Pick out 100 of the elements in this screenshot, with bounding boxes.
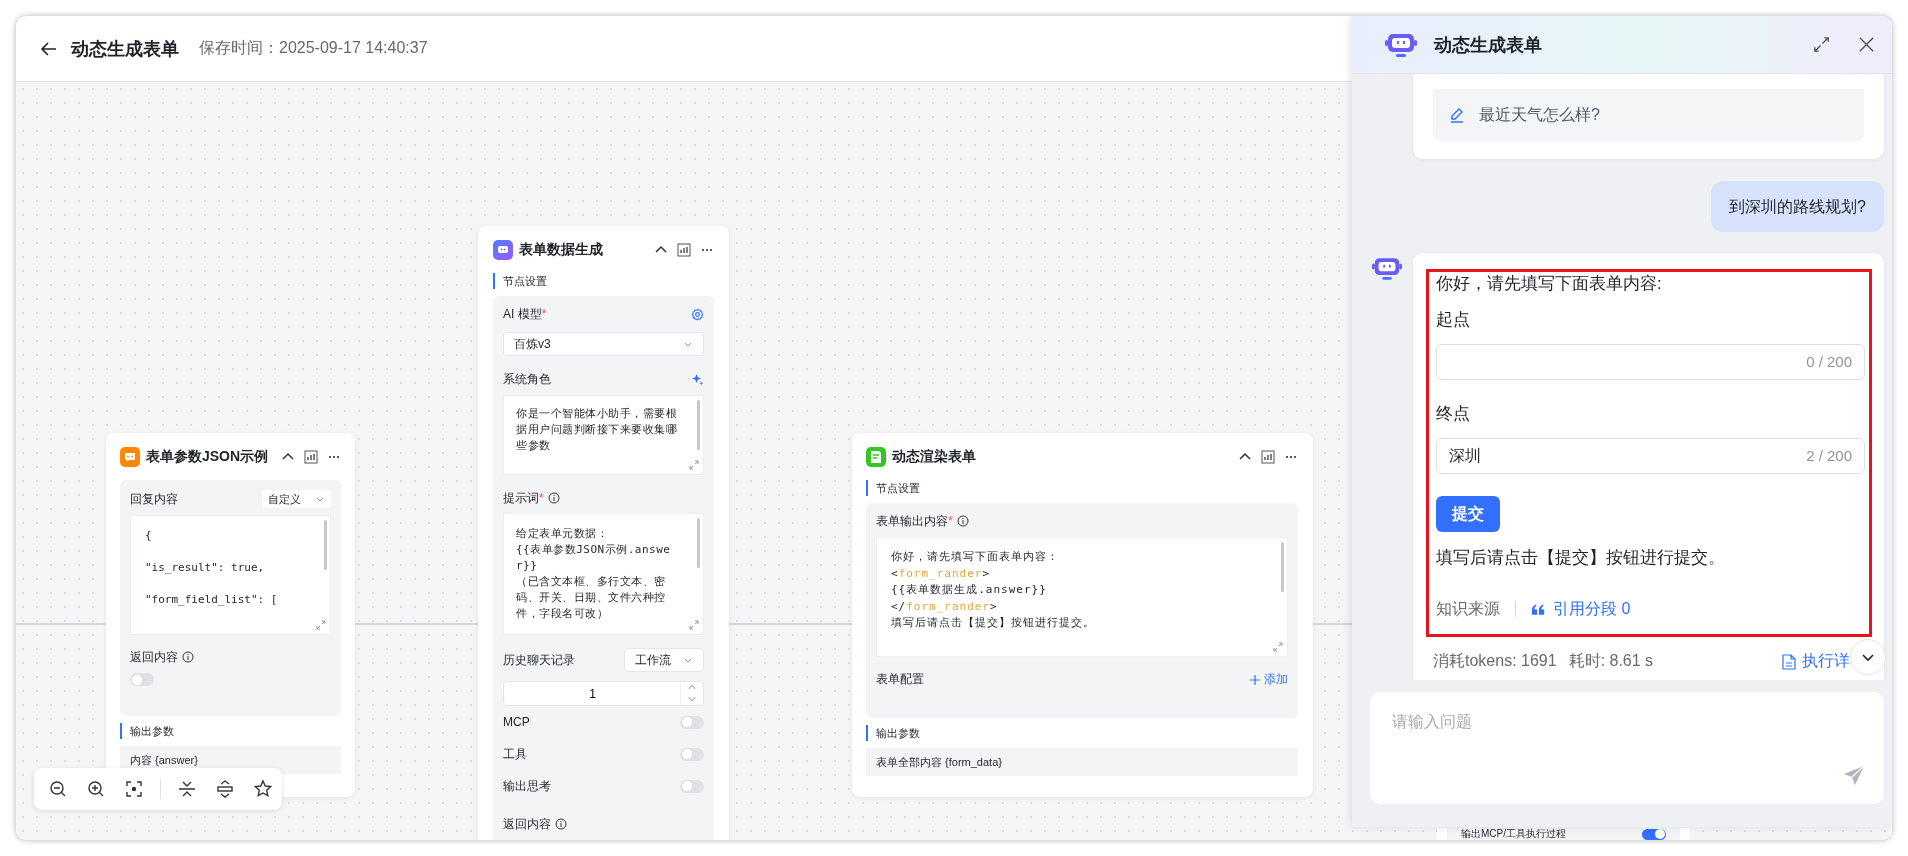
pencil-icon <box>1449 107 1465 123</box>
info-icon <box>555 818 567 830</box>
robot-icon <box>1372 256 1402 281</box>
model-select[interactable]: 百炼v3 <box>503 332 704 356</box>
node-title: 表单数据生成 <box>519 240 604 259</box>
duration-text: 耗时: 8.61 s <box>1568 651 1655 671</box>
switch-label: MCP <box>503 715 530 729</box>
token-usage: 消耗tokens: 1691 <box>1433 651 1557 671</box>
number-field[interactable]: 1 <box>503 681 704 706</box>
chart-icon[interactable] <box>677 242 691 257</box>
gear-icon[interactable] <box>691 307 704 321</box>
details-link[interactable]: 执行详 <box>1782 651 1850 672</box>
field-label: 回复内容 <box>130 490 178 508</box>
question-input[interactable]: 请输入问题 <box>1370 692 1884 804</box>
text-field[interactable] <box>1436 344 1865 380</box>
workflow-node[interactable]: 动态渲染表单 节点设置 表单输出内容* 你好，请先填写下面表单内容： <form_rander> {{表单数据生成.answer}} </form_rander> 填写后请点击【提交】按钮进行提交。 表单配置 添加 输出参数 表单全部内容 {form_data} <box>852 433 1313 797</box>
toggle-switch[interactable] <box>1642 828 1666 840</box>
field-label: 提示词* <box>503 489 544 507</box>
connector-line <box>1312 623 1353 625</box>
info-icon <box>547 492 560 504</box>
chat-bubble-icon <box>120 446 140 467</box>
toggle-switch[interactable] <box>680 715 704 729</box>
workflow-node[interactable]: 表单数据生成 节点设置 AI 模型* 百炼v3 系统角色 你是一个智能体小助手，需要根据用户问题判断接下来要收集哪些参数 提示词* 给定表单元数据： {{表单参数JSON示例.answer}} （已含文本框、多行文本、密码、开关、日期、文件六种控件，字段名可改） 历史聊天记录 工作流 1 MCP 工具 输出思考 返回内容 <box>478 226 729 840</box>
section-title: 节点设置 <box>866 480 1298 496</box>
chart-icon[interactable] <box>304 449 318 464</box>
document-icon <box>1782 653 1796 670</box>
star-icon[interactable] <box>253 779 273 799</box>
field-label: 系统角色 <box>503 370 551 388</box>
text-area[interactable]: 你是一个智能体小助手，需要根据用户问题判断接下来要收集哪些参数 <box>503 395 704 475</box>
resize-icon[interactable] <box>316 620 326 630</box>
toggle-switch[interactable] <box>680 747 704 761</box>
prompt-line: {{表单参数JSON示例.answer}} <box>516 542 672 574</box>
toggle-switch[interactable] <box>130 673 154 686</box>
section-title: 输出参数 <box>866 725 1298 741</box>
node-title: 动态渲染表单 <box>892 447 977 466</box>
citation-text: 引用分段 0 <box>1553 598 1631 619</box>
workflow-node[interactable]: 表单参数JSON示例 回复内容 自定义 { "is_result": true, "form_field_list": [ 返回内容 输出参数 内容 {answer} <box>106 433 355 797</box>
template-line: {{表单数据生成.answer}} <box>891 582 1048 598</box>
details-text: 执行详 <box>1802 651 1850 671</box>
field-label: 起点 <box>1436 309 1471 331</box>
collapse-icon[interactable] <box>177 779 197 799</box>
question-text: 最近天气怎么样? <box>1479 104 1600 125</box>
plus-icon <box>1250 674 1260 685</box>
text-area[interactable]: 你好，请先填写下面表单内容： <form_rander> {{表单数据生成.answer}} </form_rander> 填写后请点击【提交】按钮进行提交。 <box>876 537 1288 657</box>
section-title: 节点设置 <box>493 273 714 289</box>
resize-icon[interactable] <box>1273 642 1283 652</box>
code-line: { <box>145 528 153 544</box>
template-line: 你好，请先填写下面表单内容： <box>891 549 1060 565</box>
chart-icon[interactable] <box>1261 449 1275 464</box>
chat-title: 动态生成表单 <box>1434 33 1543 57</box>
field-label: 表单配置 <box>876 671 924 688</box>
resize-icon[interactable] <box>689 460 699 470</box>
save-time: 保存时间：2025-09-17 14:40:37 <box>199 38 428 58</box>
field-label: 返回内容 <box>503 815 551 833</box>
submit-button[interactable]: 提交 <box>1436 496 1500 532</box>
user-message: 到深圳的路线规划? <box>1711 181 1884 232</box>
field-label: 历史聊天记录 <box>503 651 575 669</box>
focus-icon[interactable] <box>124 779 144 799</box>
field-label: 返回内容 <box>130 648 178 666</box>
char-counter: 0 / 200 <box>1806 353 1852 370</box>
reply-text: 你好，请先填写下面表单内容: <box>1436 273 1663 295</box>
sparkle-icon[interactable] <box>691 372 704 386</box>
quote-icon <box>1531 603 1545 615</box>
add-label: 添加 <box>1264 671 1288 688</box>
template-line: 填写后请点击【提交】按钮进行提交。 <box>891 615 1096 631</box>
citation-link[interactable]: 引用分段 0 <box>1531 598 1631 620</box>
reply-text: 填写后请点击【提交】按钮进行提交。 <box>1436 547 1726 569</box>
switch-label: 输出MCP/工具执行过程 <box>1461 828 1566 840</box>
info-icon <box>182 651 194 663</box>
back-arrow-icon[interactable] <box>40 39 58 58</box>
add-link[interactable]: 添加 <box>1250 671 1288 688</box>
toggle-switch[interactable] <box>680 779 704 793</box>
char-counter: 2 / 200 <box>1806 447 1852 464</box>
output-parameter: 表单全部内容 {form_data} <box>866 748 1298 776</box>
mode-select[interactable]: 自定义 <box>262 490 331 508</box>
source-label: 知识来源 <box>1436 598 1500 619</box>
close-icon[interactable] <box>1857 35 1876 54</box>
info-icon <box>956 515 969 527</box>
resize-icon[interactable] <box>689 620 699 630</box>
section-title: 输出参数 <box>120 723 341 739</box>
code-editor[interactable]: { "is_result": true, "form_field_list": [ <box>130 515 331 635</box>
text-area[interactable]: 给定表单元数据： {{表单参数JSON示例.answer}} （已含文本框、多行文本、密码、开关、日期、文件六种控件，字段名可改） <box>503 513 704 635</box>
zoom-in-icon[interactable] <box>86 779 106 799</box>
form-icon <box>866 446 886 467</box>
zoom-out-icon[interactable] <box>48 779 68 799</box>
template-line: </form_rander> <box>891 598 999 615</box>
switch-label: 输出思考 <box>503 777 551 795</box>
workflow-node[interactable]: 输出MCP/工具执行过程 <box>1437 828 1690 840</box>
history-select[interactable]: 工作流 <box>624 648 704 672</box>
template-line: <form_rander> <box>891 565 992 582</box>
expand-icon[interactable] <box>1812 35 1831 54</box>
code-line: "is_result": true, <box>145 560 266 576</box>
expand-icon[interactable] <box>215 779 235 799</box>
field-label: 终点 <box>1436 403 1471 425</box>
prompt-line: （已含文本框、多行文本、密码、开关、日期、文件六种控件，字段名可改） <box>516 574 667 622</box>
prompt-line: 给定表单元数据： <box>516 526 609 542</box>
robot-icon <box>1385 31 1417 58</box>
switch-label: 工具 <box>503 745 527 763</box>
field-label: 表单输出内容* <box>876 512 953 530</box>
suggested-question[interactable]: 最近天气怎么样? <box>1433 89 1864 141</box>
